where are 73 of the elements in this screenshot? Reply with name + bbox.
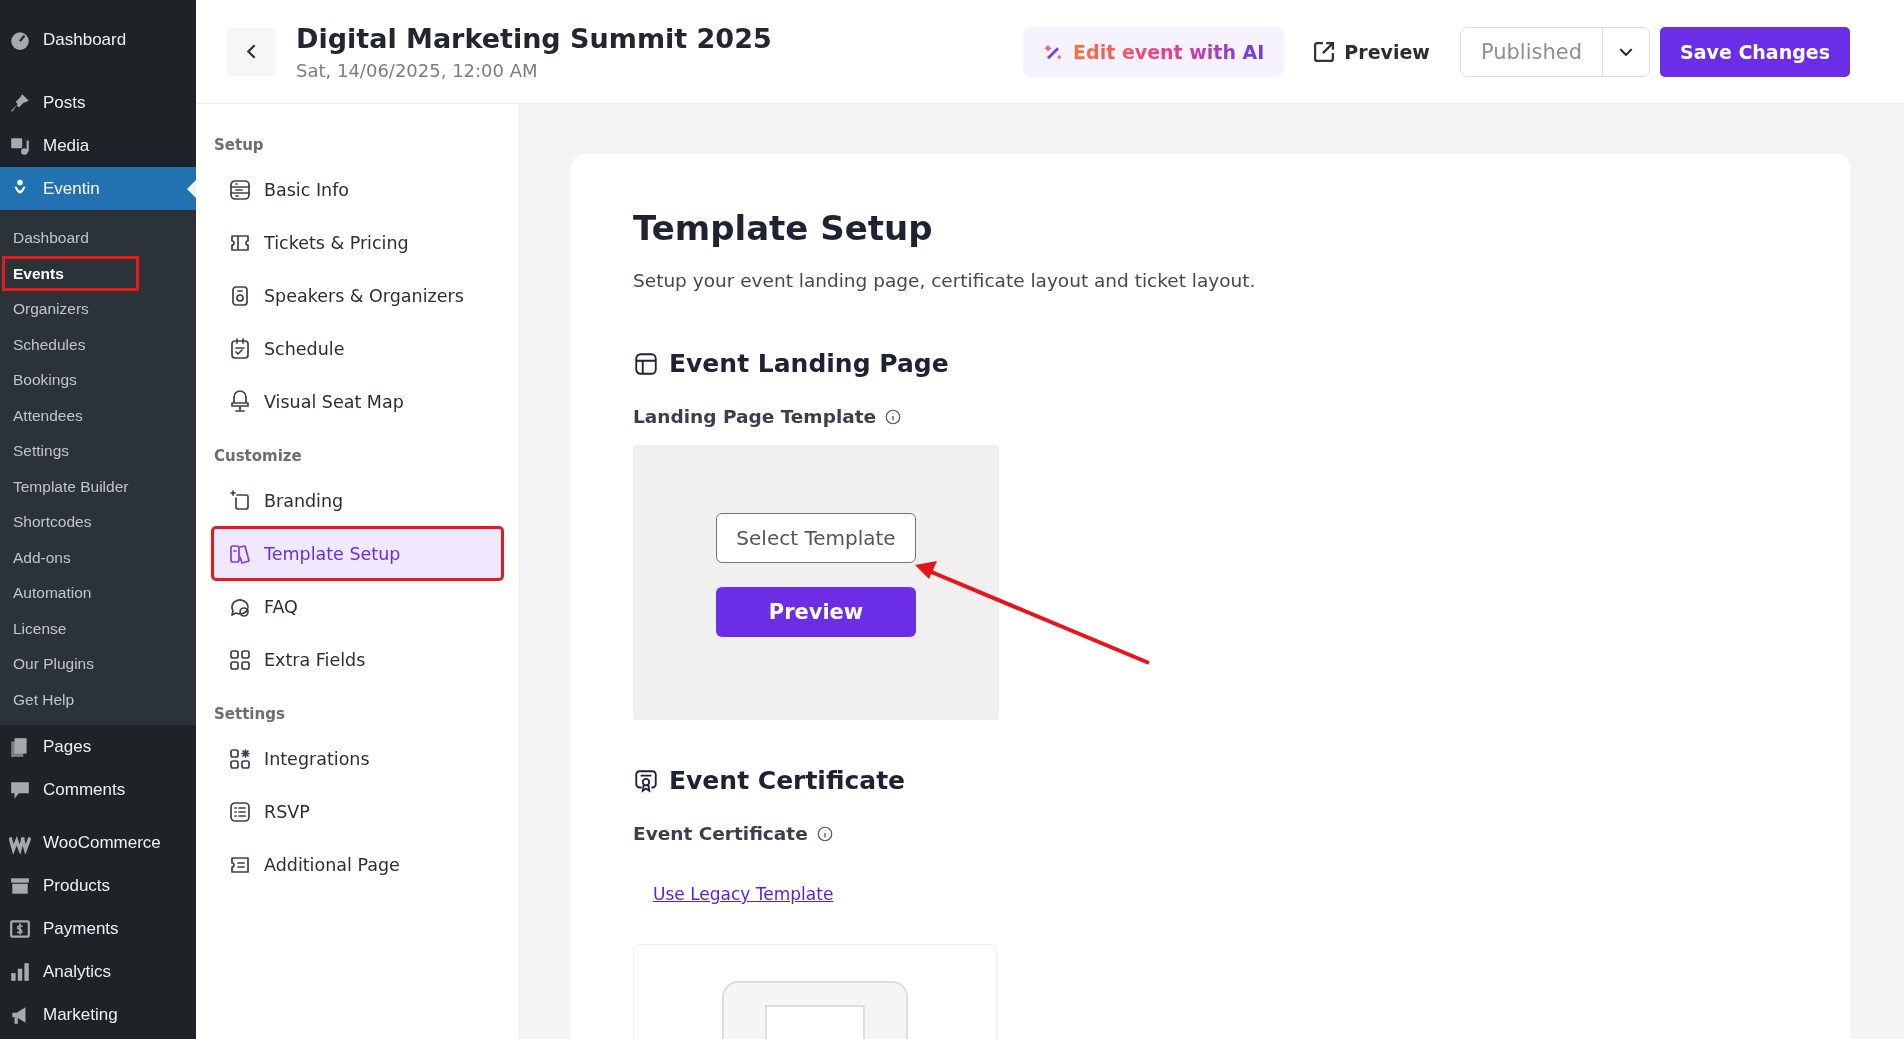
admin-menu-item[interactable]: Comments [0,768,196,811]
nav-item[interactable]: Template Setup [214,529,501,578]
submenu-item[interactable]: Bookings [2,362,194,398]
legacy-template-link[interactable]: Use Legacy Template [653,884,834,904]
layout-icon [633,350,659,377]
info-icon [815,824,834,843]
page-title: Template Setup [633,208,934,248]
nav-item[interactable]: Branding [214,476,501,525]
field-label: Event Certificate [633,823,808,844]
nav-item[interactable]: Additional Page [214,840,501,889]
nav-icon [228,488,252,513]
admin-menu-item[interactable]: Products [0,864,196,907]
save-button[interactable]: Save Changes [1660,26,1850,77]
submenu-item[interactable]: Events [2,255,139,291]
submenu-item[interactable]: License [2,610,194,646]
submenu-item[interactable]: Dashboard [2,220,194,256]
menu-icon [9,917,31,940]
submenu-item[interactable]: Our Plugins [2,646,194,682]
submenu-item[interactable]: Attendees [2,397,194,433]
submenu-item[interactable]: Shortcodes [2,504,194,540]
nav-icon [228,389,252,414]
chevron-left-icon [246,44,256,59]
ai-edit-button[interactable]: Edit event with AI [1023,26,1285,77]
admin-menu-item[interactable]: Eventin [0,167,196,210]
admin-menu-item[interactable]: Payments [0,907,196,950]
nav-icon [228,177,252,202]
nav-item[interactable]: Speakers & Organizers [214,271,501,320]
admin-menu-item[interactable]: Analytics [0,950,196,993]
magic-wand-icon [1043,42,1064,61]
section-heading: Event Certificate [669,766,906,795]
field-label: Landing Page Template [633,406,877,427]
admin-menu-item[interactable]: Media [0,124,196,167]
preview-button[interactable]: Preview [1292,26,1452,77]
submenu-item[interactable]: Settings [2,433,194,469]
admin-menu-item[interactable]: WooCommerce [0,821,196,864]
submenu-item[interactable]: Organizers [2,291,194,327]
admin-menu-item[interactable]: Dashboard [0,18,196,61]
menu-icon [9,960,31,983]
admin-menu-item[interactable]: Pages [0,725,196,768]
nav-item[interactable]: Basic Info [214,165,501,214]
nav-icon [228,799,252,824]
submenu-item[interactable]: Schedules [2,326,194,362]
nav-item[interactable]: Visual Seat Map [214,377,501,426]
template-preview-button[interactable]: Preview [716,586,916,637]
nav-section-title: Setup [214,135,265,156]
select-template-button[interactable]: Select Template [716,512,916,563]
nav-item[interactable]: Schedule [214,324,501,373]
nav-item[interactable]: Tickets & Pricing [214,218,501,267]
nav-icon [228,746,252,771]
info-icon [884,407,903,426]
nav-section-title: Customize [214,446,303,467]
event-date: Sat, 14/06/2025, 12:00 AM [296,59,539,81]
admin-menu-item[interactable]: Posts [0,81,196,124]
submenu-item[interactable]: Template Builder [2,468,194,504]
admin-menu-item[interactable]: Marketing [0,993,196,1036]
nav-item[interactable]: Integrations [214,734,501,783]
nav-icon [228,336,252,361]
submenu-item[interactable]: Add-ons [2,539,194,575]
section-heading: Event Landing Page [669,349,949,378]
page-description: Setup your event landing page, certificate layout and ticket layout. [633,270,1257,291]
nav-item[interactable]: RSVP [214,787,501,836]
back-button[interactable] [226,27,276,76]
submenu-item[interactable]: Get Help [2,681,194,717]
external-link-icon [1314,41,1335,62]
submenu-item[interactable]: Automation [2,575,194,611]
nav-icon [228,647,252,672]
menu-icon [9,91,31,114]
event-title: Digital Marketing Summit 2025 [296,22,772,54]
nav-item[interactable]: FAQ [214,582,501,631]
nav-section-title: Settings [214,704,286,725]
certificate-icon [633,767,659,794]
nav-item[interactable]: Extra Fields [214,635,501,684]
chevron-down-icon [1619,47,1633,56]
